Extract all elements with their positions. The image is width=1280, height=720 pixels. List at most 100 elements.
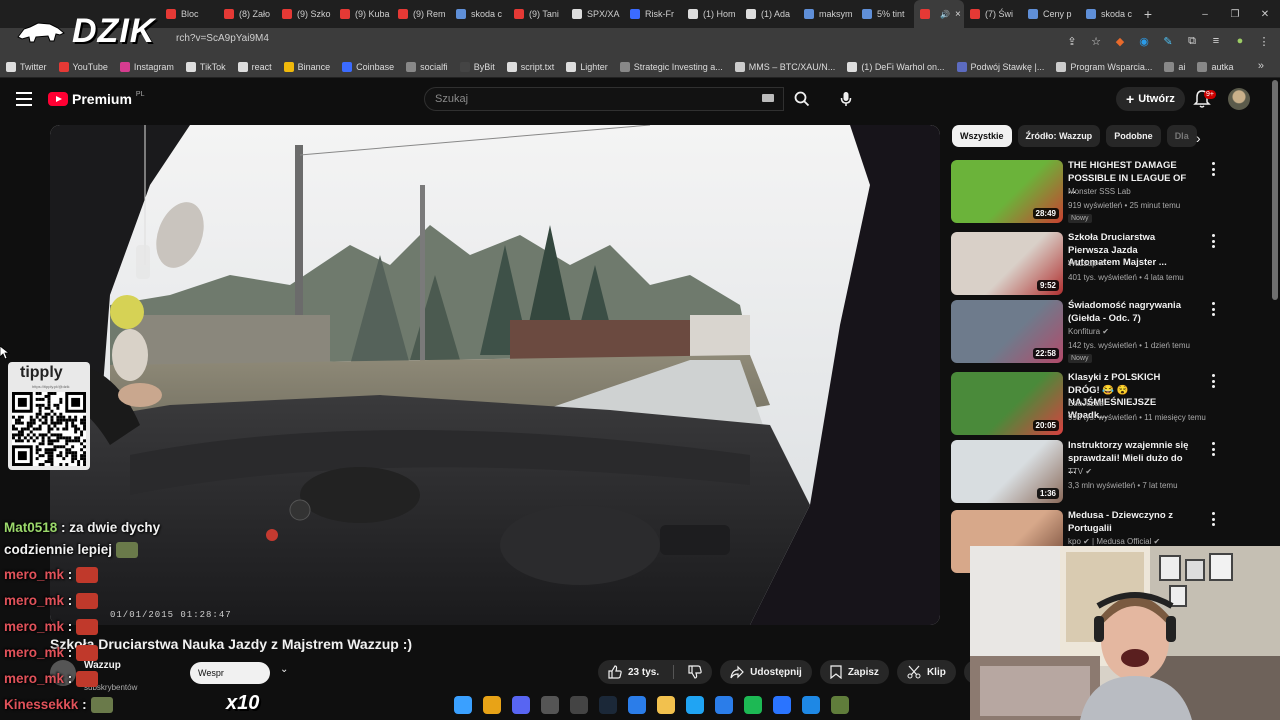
app2-icon[interactable] <box>773 696 791 714</box>
filter-chip[interactable]: Podobne <box>1106 125 1161 147</box>
bookmark-item[interactable]: Twitter <box>6 61 47 72</box>
browser-tab[interactable]: (1) Ada <box>740 0 798 28</box>
voice-search-button[interactable] <box>834 87 858 111</box>
support-button[interactable]: Wespr <box>190 662 270 684</box>
more-options-icon[interactable] <box>1209 302 1217 316</box>
filter-chip[interactable]: Dla <box>1166 125 1197 147</box>
more-options-icon[interactable] <box>1209 234 1217 248</box>
close-window-button[interactable]: ✕ <box>1250 0 1280 28</box>
bookmark-item[interactable]: socialfi <box>406 61 448 72</box>
browser-tab[interactable]: 5% tint <box>856 0 914 28</box>
create-button[interactable]: + Utwórz <box>1116 87 1185 111</box>
install-icon[interactable]: ⇪ <box>1064 32 1080 50</box>
video-title[interactable]: Świadomość nagrywania (Giełda - Odc. 7) <box>1068 300 1190 325</box>
video-title[interactable]: Medusa - Dziewczyno z Portugalii <box>1068 510 1190 535</box>
bookmark-item[interactable]: Program Wsparcia... <box>1056 61 1152 72</box>
windows-start-icon[interactable] <box>454 696 472 714</box>
chevron-down-icon[interactable]: ⌄ <box>280 664 288 675</box>
extension-icon[interactable]: ✎ <box>1160 32 1176 50</box>
obs-icon[interactable] <box>570 696 588 714</box>
more-options-icon[interactable] <box>1209 374 1217 388</box>
chrome-icon[interactable] <box>483 696 501 714</box>
refresh-icon[interactable] <box>686 696 704 714</box>
close-tab-icon[interactable]: × <box>955 9 961 20</box>
recommended-video[interactable]: 1:36 Instruktorzy wzajemnie się sprawdzal… <box>951 440 1221 504</box>
video-player[interactable] <box>50 125 940 625</box>
browser-tab[interactable]: (7) Świ <box>964 0 1022 28</box>
browser-tab[interactable]: Ceny p <box>1022 0 1080 28</box>
bookmark-item[interactable]: script.txt <box>506 61 554 72</box>
browser-tab[interactable]: Risk-Fr <box>624 0 682 28</box>
channel-name[interactable]: Wazzup ✔ <box>1068 259 1106 268</box>
bookmark-item[interactable]: ai <box>1164 61 1185 72</box>
channel-name[interactable]: TTV ✔ <box>1068 467 1092 476</box>
send-icon[interactable] <box>628 696 646 714</box>
profile-icon[interactable]: ● <box>1232 32 1248 50</box>
bookmarks-overflow-icon[interactable]: » <box>1258 60 1264 72</box>
folder-icon[interactable] <box>657 696 675 714</box>
browser-tab[interactable]: skoda c <box>450 0 508 28</box>
bookmark-item[interactable]: Coinbase <box>342 61 394 72</box>
recommended-video[interactable]: 28:49 THE HIGHEST DAMAGE POSSIBLE IN LEAG… <box>951 160 1221 224</box>
page-scrollbar[interactable] <box>1272 80 1278 300</box>
new-tab-button[interactable]: + <box>1138 6 1158 22</box>
video-thumbnail[interactable]: 1:36 <box>951 440 1063 503</box>
steam-icon[interactable] <box>599 696 617 714</box>
video-thumbnail[interactable]: 22:58 <box>951 300 1063 363</box>
more-options-icon[interactable] <box>1209 512 1217 526</box>
browser-tab[interactable]: (1) Hom <box>682 0 740 28</box>
puzzle-icon[interactable]: ⧉ <box>1184 32 1200 50</box>
bookmark-item[interactable]: MMS – BTC/XAU/N... <box>734 61 835 72</box>
extension-icon[interactable]: ◉ <box>1136 32 1152 50</box>
bookmark-item[interactable]: Podwój Stawkę |... <box>956 61 1044 72</box>
browser-tab[interactable]: (9) Rem <box>392 0 450 28</box>
bookmark-item[interactable]: ByBit <box>459 61 495 72</box>
channel-name[interactable]: Monster SSS Lab <box>1068 187 1131 196</box>
browser-tab[interactable]: maksym <box>798 0 856 28</box>
channel-name[interactable]: kpo ✔ | Medusa Official ✔ <box>1068 537 1160 546</box>
keyboard-icon[interactable] <box>762 94 774 102</box>
game-icon[interactable] <box>831 696 849 714</box>
menu-icon[interactable]: ⋮ <box>1256 32 1272 50</box>
channel-name[interactable]: EduJazda <box>1068 399 1104 408</box>
share-button[interactable]: Udostępnij <box>720 660 812 684</box>
more-options-icon[interactable] <box>1209 442 1217 456</box>
recommended-video[interactable]: 9:52 Szkoła Druciarstwa Pierwsza Jazda Au… <box>951 232 1221 296</box>
vscode-icon[interactable] <box>715 696 733 714</box>
browser-tab[interactable]: (8) Zało <box>218 0 276 28</box>
bookmark-item[interactable]: Lighter <box>566 61 608 72</box>
thumbs-down-icon[interactable] <box>688 665 702 679</box>
bookmark-item[interactable]: autka <box>1197 61 1233 72</box>
bookmark-item[interactable]: react <box>237 61 272 72</box>
bookmark-star-icon[interactable]: ☆ <box>1088 32 1104 50</box>
bookmark-item[interactable]: (1) DeFi Warhol on... <box>847 61 945 72</box>
spotify-icon[interactable] <box>744 696 762 714</box>
bookmark-item[interactable]: Strategic Investing a... <box>619 61 723 72</box>
clip-button[interactable]: Klip <box>896 660 956 684</box>
more-options-icon[interactable] <box>1209 162 1217 176</box>
video-thumbnail[interactable]: 9:52 <box>951 232 1063 295</box>
minimize-button[interactable]: – <box>1190 0 1220 28</box>
recommended-video[interactable]: 22:58 Świadomość nagrywania (Giełda - Odc… <box>951 300 1221 364</box>
bookmark-item[interactable]: TikTok <box>185 61 226 72</box>
hamburger-menu-icon[interactable] <box>16 92 32 106</box>
chevron-right-icon[interactable]: › <box>1196 130 1201 146</box>
youtube-logo[interactable]: Premium PL <box>48 91 144 107</box>
extension-icon[interactable]: ◆ <box>1112 32 1128 50</box>
app-icon[interactable] <box>541 696 559 714</box>
filter-chip[interactable]: Wszystkie <box>952 125 1012 147</box>
browser-tab[interactable]: (9) Szko <box>276 0 334 28</box>
channel-name[interactable]: Wazzup <box>84 660 121 671</box>
maximize-button[interactable]: ❐ <box>1220 0 1250 28</box>
reading-list-icon[interactable]: ≡ <box>1208 32 1224 50</box>
search-input[interactable] <box>425 88 783 110</box>
search-button[interactable] <box>784 87 820 111</box>
like-button[interactable]: 23 tys. <box>598 660 713 684</box>
bookmark-item[interactable]: Binance <box>283 61 330 72</box>
video-thumbnail[interactable]: 28:49 <box>951 160 1063 223</box>
recommended-video[interactable]: 20:05 Klasyki z POLSKICH DRÓG! 😂 😵 NAJŚMI… <box>951 372 1221 436</box>
filter-chip[interactable]: Źródło: Wazzup <box>1017 125 1101 147</box>
browser-tab[interactable]: 🔊 × <box>914 0 964 28</box>
url-field[interactable]: rch?v=ScA9pYai9M4 <box>176 33 269 44</box>
browser-tab[interactable]: Bloc <box>160 0 218 28</box>
